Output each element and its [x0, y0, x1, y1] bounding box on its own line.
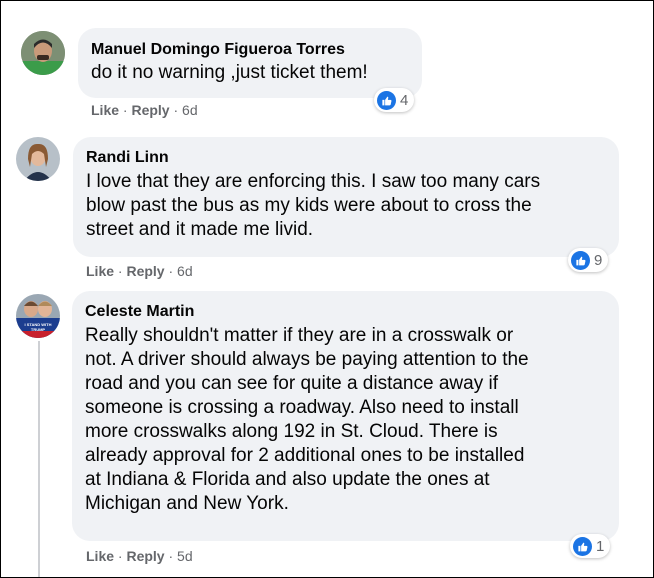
- reaction-count: 1: [596, 537, 605, 555]
- like-icon: [573, 536, 592, 556]
- avatar-badge-text: I STAND WITH TRUMP: [24, 322, 52, 332]
- comment-age[interactable]: 5d: [177, 548, 193, 564]
- comment-text-line: Really shouldn't matter if they are in a…: [85, 325, 514, 346]
- comment-text-line: someone is crossing a roadway. Also need…: [85, 397, 519, 418]
- comment-author[interactable]: Celeste Martin: [85, 302, 606, 322]
- comment-text: do it no warning ,just ticket them!: [91, 62, 368, 83]
- comment-age[interactable]: 6d: [177, 263, 193, 279]
- comment-text-line: I love that they are enforcing this. I s…: [86, 171, 541, 192]
- comment-text-line: more crosswalks along 192 in St. Cloud. …: [85, 421, 498, 442]
- reply-link[interactable]: Reply: [126, 263, 164, 279]
- reaction-badge[interactable]: 4: [374, 88, 415, 112]
- comment-actions: Like · Reply · 5d: [86, 548, 193, 564]
- comment-actions: Like · Reply · 6d: [86, 263, 193, 279]
- thread-line: [38, 341, 40, 577]
- reaction-count: 9: [594, 251, 603, 269]
- like-link[interactable]: Like: [86, 548, 114, 564]
- comment-text-line: street and it made me livid.: [86, 219, 314, 240]
- comment-text-line: blow past the bus as my kids were about …: [86, 195, 532, 216]
- comment-bubble: Manuel Domingo Figueroa Torres do it no …: [78, 28, 422, 98]
- comment-bubble: Randi Linn I love that they are enforcin…: [73, 137, 619, 257]
- like-link[interactable]: Like: [86, 263, 114, 279]
- avatar[interactable]: [16, 137, 60, 181]
- like-icon: [571, 250, 590, 270]
- comment-author[interactable]: Randi Linn: [86, 148, 606, 168]
- comment-text-line: not. A driver should always be paying at…: [85, 349, 529, 370]
- avatar[interactable]: [21, 31, 65, 75]
- reaction-count: 4: [400, 91, 409, 109]
- reaction-badge[interactable]: 1: [570, 534, 611, 558]
- comment-actions: Like · Reply · 6d: [91, 102, 198, 118]
- comment-text-line: Michigan and New York.: [85, 493, 289, 514]
- like-link[interactable]: Like: [91, 102, 119, 118]
- avatar[interactable]: I STAND WITH TRUMP: [16, 294, 60, 338]
- comment-text-line: already approval for 2 additional ones t…: [85, 445, 525, 466]
- comment-author[interactable]: Manuel Domingo Figueroa Torres: [91, 40, 409, 60]
- reply-link[interactable]: Reply: [126, 548, 164, 564]
- reply-link[interactable]: Reply: [131, 102, 169, 118]
- reaction-badge[interactable]: 9: [568, 248, 609, 272]
- comment-text-line: at Indiana & Florida and also update the…: [85, 469, 490, 490]
- comment-bubble: Celeste Martin Really shouldn't matter i…: [72, 291, 619, 541]
- like-icon: [377, 90, 396, 110]
- comment-text-line: road and you can see for quite a distanc…: [85, 373, 498, 394]
- comment-age[interactable]: 6d: [182, 102, 198, 118]
- comments-panel: Manuel Domingo Figueroa Torres do it no …: [0, 0, 654, 578]
